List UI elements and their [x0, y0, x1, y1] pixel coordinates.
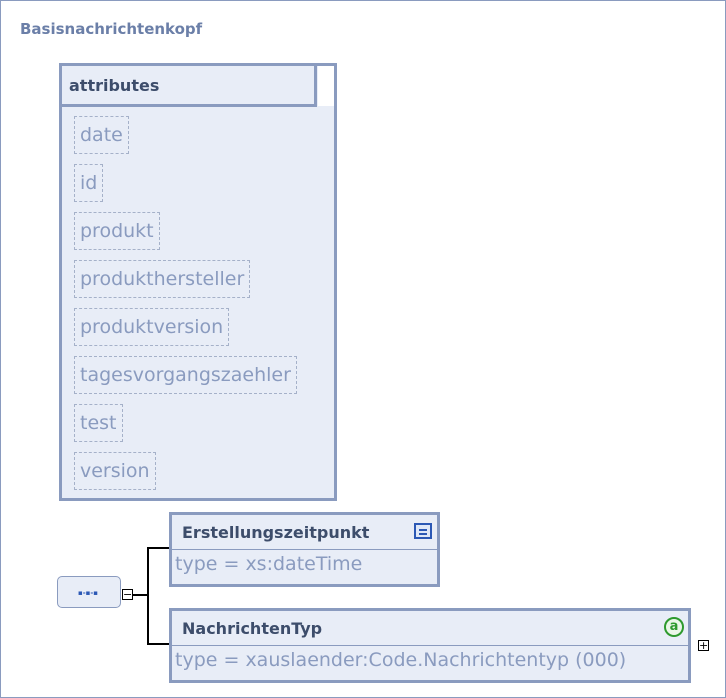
element-nachrichtentyp[interactable]: NachrichtenTyp a type = xauslaender:Code… — [169, 608, 691, 683]
collapse-toggle[interactable]: − — [122, 589, 133, 600]
attribute-test[interactable]: test — [74, 404, 123, 442]
diagram-title: Basisnachrichtenkopf — [20, 20, 203, 38]
element-type: type = xs:dateTime — [175, 553, 363, 575]
connector-to-nachrichtentyp — [147, 643, 169, 645]
attribute-produkt[interactable]: produkt — [74, 212, 160, 250]
documentation-icon — [414, 523, 432, 539]
element-name: NachrichtenTyp — [182, 619, 323, 638]
connector-from-sequence — [132, 594, 148, 596]
attribute-icon: a — [664, 617, 684, 637]
element-name: Erstellungszeitpunkt — [182, 523, 370, 542]
attributes-header-label: attributes — [69, 76, 160, 95]
attribute-produktversion[interactable]: produktversion — [74, 308, 230, 346]
expand-toggle[interactable]: + — [698, 640, 709, 651]
attribute-tagesvorgangszaehler[interactable]: tagesvorgangszaehler — [74, 356, 297, 394]
attributes-panel: attributes date id produkt produktherste… — [59, 63, 337, 501]
connector-to-erstellungszeitpunkt — [147, 547, 169, 549]
attribute-produkthersteller[interactable]: produkthersteller — [74, 260, 251, 298]
attribute-date[interactable]: date — [74, 116, 129, 154]
sequence-compositor[interactable]: ▪-▪-▪ — [57, 576, 121, 608]
attributes-header: attributes — [62, 66, 317, 107]
element-type: type = xauslaender:Code.Nachrichtentyp (… — [175, 649, 627, 671]
sequence-icon: ▪-▪-▪ — [78, 589, 99, 597]
element-erstellungszeitpunkt[interactable]: Erstellungszeitpunkt type = xs:dateTime — [169, 512, 440, 587]
attribute-version[interactable]: version — [74, 452, 156, 490]
connector-vertical — [147, 548, 149, 644]
attribute-id[interactable]: id — [74, 164, 104, 202]
